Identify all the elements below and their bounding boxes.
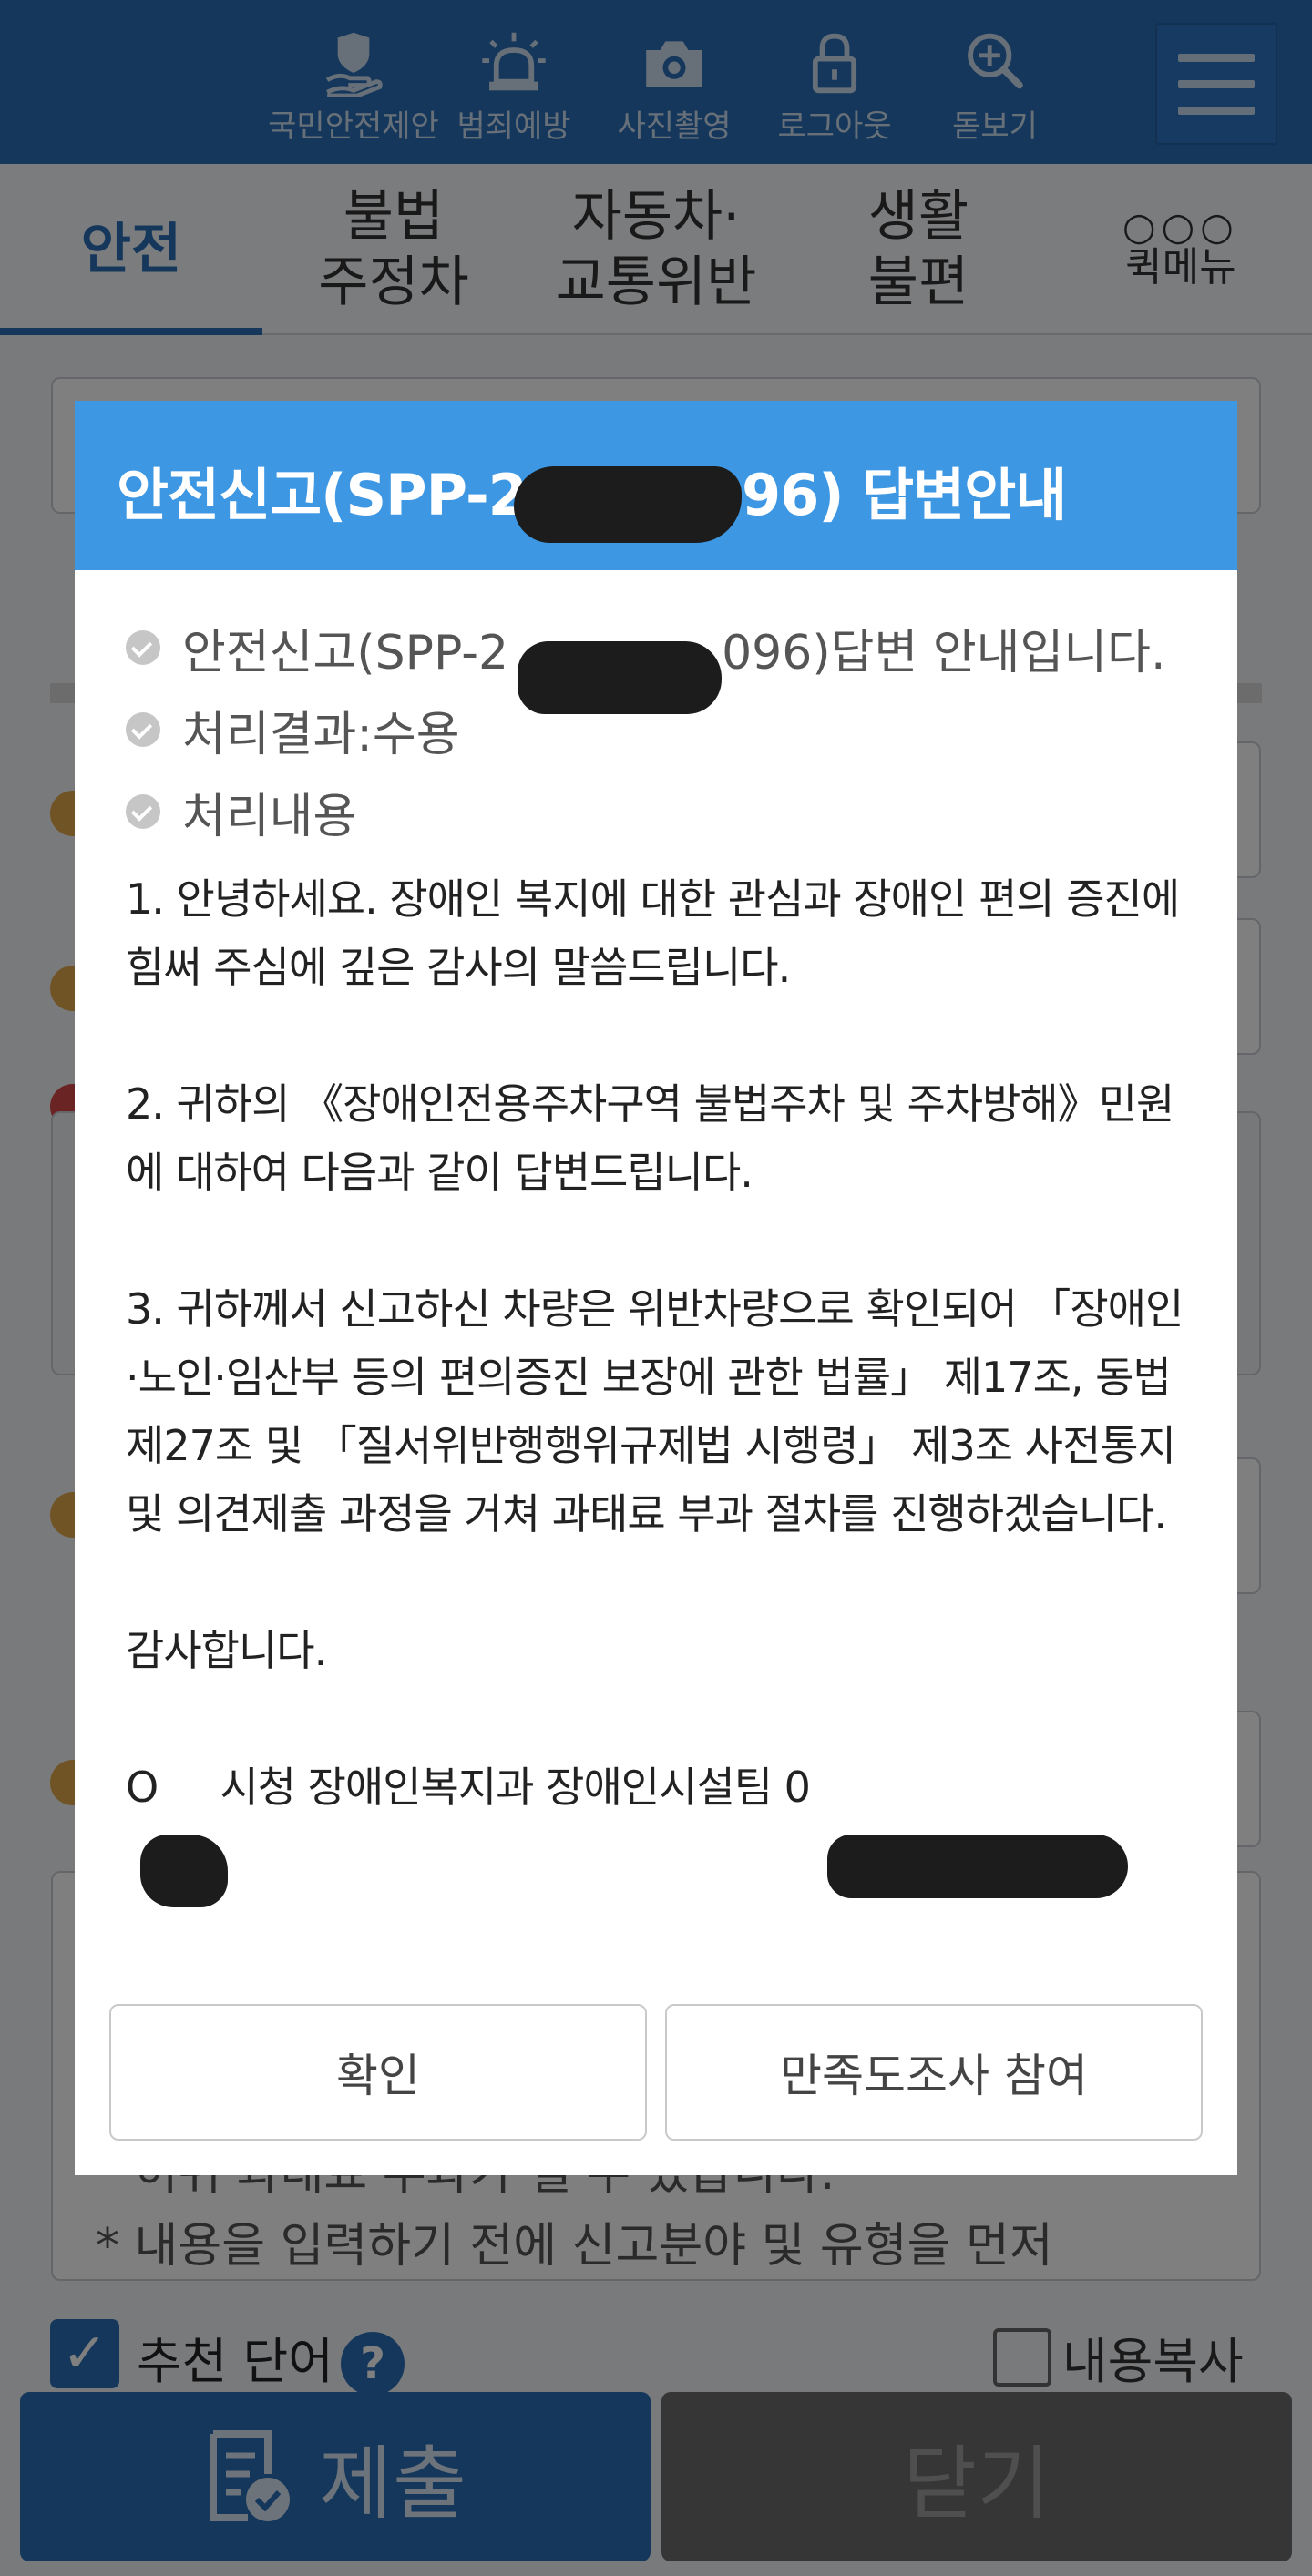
info-result-text: 처리결과:수용	[182, 707, 460, 762]
redaction-mark	[827, 1835, 1128, 1898]
redaction-mark	[518, 641, 722, 714]
answer-closing: 감사합니다.	[126, 1626, 327, 1675]
check-circle-icon	[126, 794, 160, 829]
info-text-suffix: 096)답변 안내입니다.	[722, 625, 1166, 680]
answer-paragraph: 2. 귀하의 《장애인전용주차구역 불법주차 및 주차방해》민원에 대하여 다음…	[126, 1079, 1174, 1197]
answer-paragraph: 3. 귀하께서 신고하신 차량은 위반차량으로 확인되어 「장애인·노인·임산부…	[126, 1284, 1184, 1538]
check-circle-icon	[126, 630, 160, 665]
answer-dialog: 안전신고(SPP-26 96) 답변안내 안전신고(SPP-2 096)답변 안내입…	[75, 401, 1237, 2175]
check-circle-icon	[126, 712, 160, 747]
dialog-title-prefix: 안전신고(SPP-26	[117, 462, 566, 528]
answer-content: 1. 안녕하세요. 장애인 복지에 대한 관심과 장애인 편의 증진에 힘써 주…	[126, 865, 1192, 1822]
info-details-text: 처리내용	[182, 789, 357, 844]
dialog-title-suffix: 96) 답변안내	[741, 462, 1067, 528]
info-details: 처리내용	[126, 771, 1192, 853]
confirm-button[interactable]: 확인	[109, 2004, 647, 2141]
dialog-header: 안전신고(SPP-26 96) 답변안내	[75, 401, 1237, 570]
info-text-prefix: 안전신고(SPP-2	[182, 625, 509, 680]
redaction-mark	[140, 1835, 228, 1907]
answer-paragraph: 1. 안녕하세요. 장애인 복지에 대한 관심과 장애인 편의 증진에 힘써 주…	[126, 874, 1180, 992]
dialog-body: 안전신고(SPP-2 096)답변 안내입니다. 처리결과:수용 처리내용 1. …	[126, 607, 1192, 1822]
redaction-mark	[514, 466, 742, 543]
survey-button[interactable]: 만족도조사 참여	[665, 2004, 1203, 2141]
answer-department: O 시청 장애인복지과 장애인시설팀 0	[126, 1763, 811, 1812]
